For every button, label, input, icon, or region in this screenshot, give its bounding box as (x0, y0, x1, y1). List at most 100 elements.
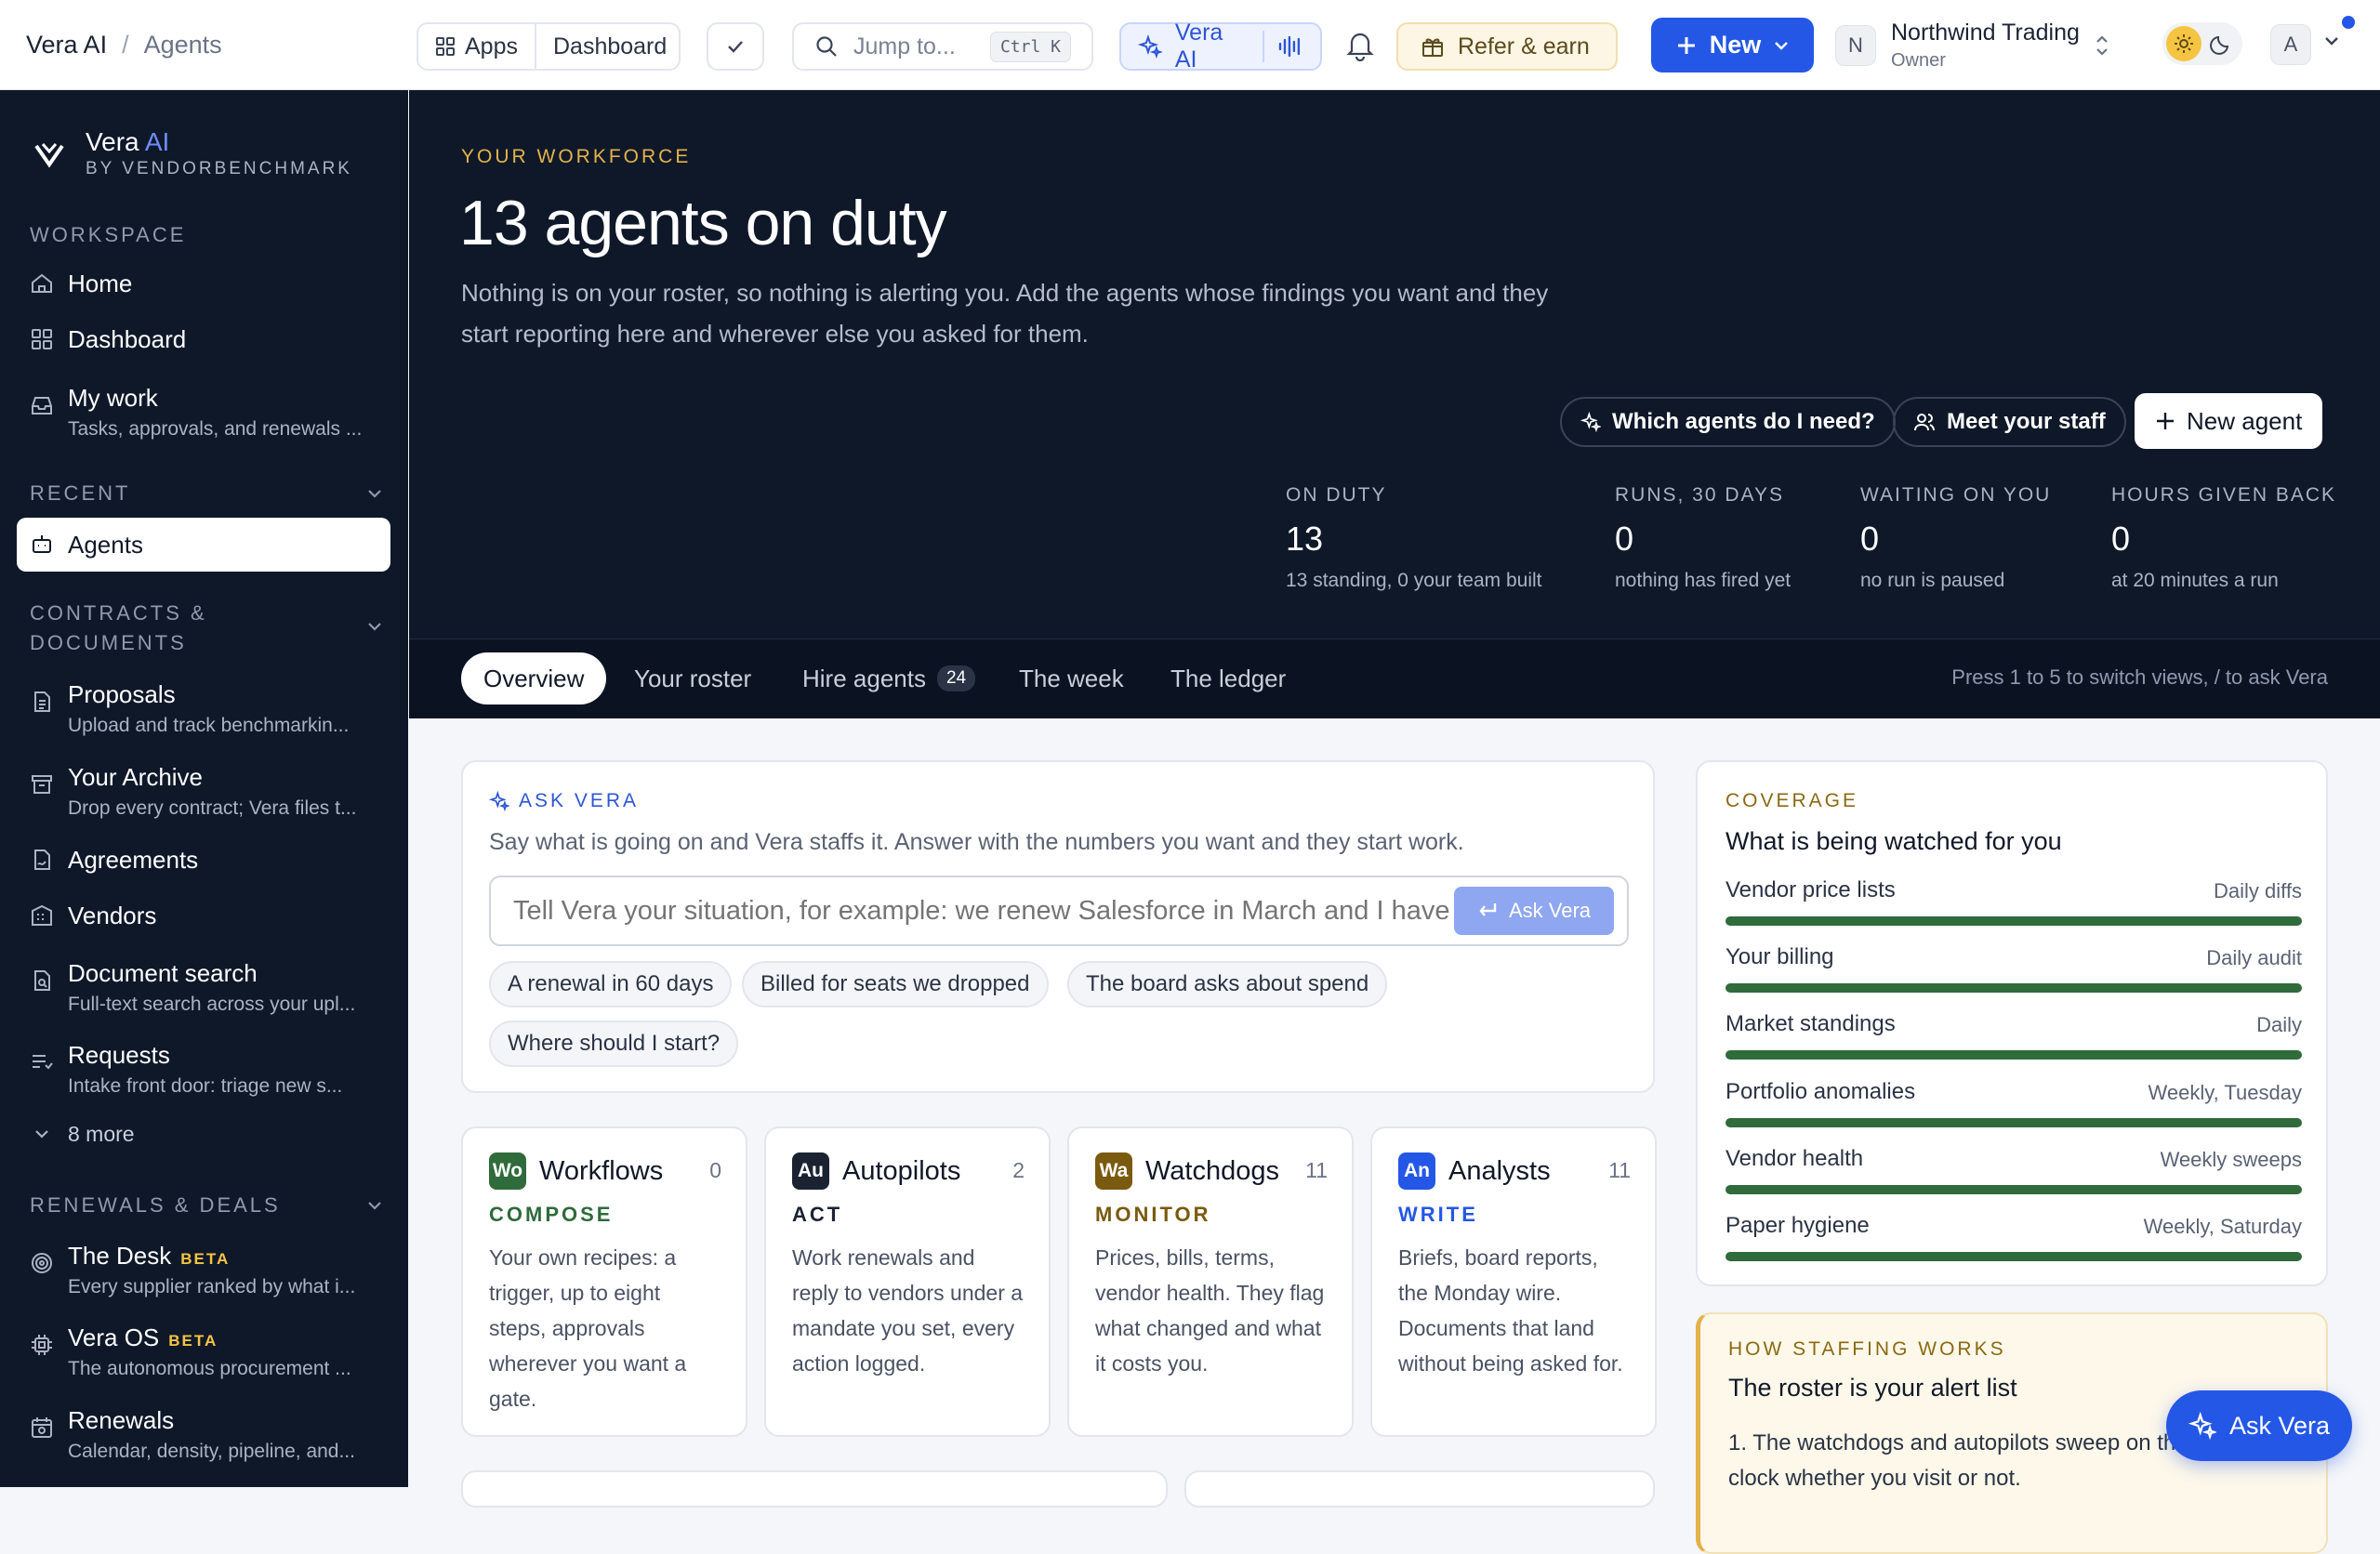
breadcrumb-root[interactable]: Vera AI (26, 31, 107, 59)
sidebar-item-my-work[interactable]: My work Tasks, approvals, and renewals .… (17, 384, 390, 441)
sidebar-item-vendors[interactable]: Vendors (17, 902, 390, 930)
section-label-line1: CONTRACTS & (30, 601, 207, 625)
dashboard-button[interactable]: Dashboard (534, 24, 683, 69)
sidebar-item-agents[interactable]: Agents (17, 518, 390, 572)
chevron-down-icon (368, 490, 381, 498)
notifications-bell[interactable] (1344, 28, 1376, 61)
stat-caption: 13 standing, 0 your team built (1286, 570, 1542, 591)
new-button[interactable]: New (1651, 18, 1814, 72)
suggestion-chip[interactable]: Where should I start? (489, 1021, 739, 1067)
sidebar-item-renewals[interactable]: Renewals Calendar, density, pipeline, an… (17, 1406, 390, 1463)
coverage-row: Your billing Daily audit (1726, 944, 2302, 993)
tab-the-ledger[interactable]: The ledger (1170, 652, 1286, 705)
sidebar-item-label: Your Archive (68, 763, 204, 791)
chevron-down-icon (35, 1130, 48, 1139)
document-search-icon (34, 970, 50, 991)
user-avatar[interactable]: A (2270, 24, 2311, 65)
kind-count: 11 (1608, 1158, 1631, 1182)
kind-count: 2 (1012, 1158, 1025, 1182)
sidebar-item-dashboard[interactable]: Dashboard (17, 325, 390, 354)
kind-verb: ACT (792, 1203, 843, 1226)
coverage-row: Vendor health Weekly sweeps (1726, 1146, 2302, 1194)
suggestion-chip[interactable]: Billed for seats we dropped (742, 961, 1049, 1007)
agent-kind-card-watchdogs[interactable]: Wa Watchdogs 11 MONITOR Prices, bills, t… (1067, 1126, 1354, 1437)
section-label: CONTRACTS & DOCUMENTS (30, 599, 207, 658)
sidebar-item-the-desk[interactable]: The Desk BETA Every supplier ranked by wh… (17, 1242, 390, 1298)
which-agents-button[interactable]: Which agents do I need? (1560, 397, 1896, 447)
tab-your-roster[interactable]: Your roster (634, 652, 751, 705)
chevron-down-icon (368, 1202, 381, 1210)
kind-monogram-icon: Au (792, 1152, 829, 1190)
chevron-down-icon[interactable] (2324, 35, 2339, 46)
light-mode-option[interactable] (2166, 26, 2202, 61)
ask-vera-floating-button[interactable]: Ask Vera (2166, 1390, 2352, 1461)
sparkle-icon (1580, 412, 1601, 432)
chevron-down-icon (368, 623, 381, 631)
kind-header: Wo Workflows (489, 1152, 663, 1190)
refer-and-earn-button[interactable]: Refer & earn (1396, 22, 1618, 71)
coverage-frequency: Weekly, Tuesday (2148, 1081, 2302, 1104)
tab-hire-agents[interactable]: Hire agents 24 (802, 652, 976, 705)
apps-button[interactable]: Apps (418, 24, 535, 69)
meet-your-staff-button[interactable]: Meet your staff (1893, 397, 2126, 447)
brand[interactable]: Vera AI BY VENDORBENCHMARK (33, 127, 352, 179)
coverage-title: What is being watched for you (1726, 827, 2062, 855)
sidebar-item-label: Renewals (68, 1406, 175, 1434)
sidebar-item-vera-os[interactable]: Vera OS BETA The autonomous procurement .… (17, 1324, 390, 1380)
tab-overview[interactable]: Overview (461, 652, 607, 705)
kind-name: Workflows (539, 1155, 664, 1186)
sidebar-item-description: Tasks, approvals, and renewals ... (68, 418, 363, 440)
sidebar-item-label: 8 more (68, 1122, 135, 1146)
coverage-label: Market standings (1726, 1011, 1896, 1036)
coverage-bar (1726, 1118, 2302, 1127)
voice-wave-icon[interactable] (1277, 34, 1303, 59)
sidebar-item-proposals[interactable]: Proposals Upload and track benchmarkin..… (17, 680, 390, 737)
sidebar-item-archive[interactable]: Your Archive Drop every contract; Vera f… (17, 763, 390, 820)
sidebar-show-more[interactable]: 8 more (17, 1122, 390, 1147)
sidebar-item-requests[interactable]: Requests Intake front door: triage new s… (17, 1041, 390, 1098)
section-label: WORKSPACE (30, 223, 187, 246)
ask-vera-input[interactable] (513, 895, 1454, 927)
sidebar-item-agreements[interactable]: Agreements (17, 846, 390, 875)
suggestion-chip[interactable]: The board asks about spend (1067, 961, 1388, 1007)
agent-kind-card-autopilots[interactable]: Au Autopilots 2 ACT Work renewals and re… (764, 1126, 1051, 1437)
tasks-check-button[interactable] (707, 22, 764, 71)
section-contracts[interactable]: CONTRACTS & DOCUMENTS (30, 599, 383, 658)
coverage-bar (1726, 1185, 2302, 1194)
lower-card-left (461, 1470, 1168, 1508)
kind-monogram-icon: An (1398, 1152, 1435, 1190)
view-tabs: Overview Your roster Hire agents 24 The w… (409, 639, 2380, 718)
kind-header: An Analysts (1398, 1152, 1551, 1190)
tab-the-week[interactable]: The week (1019, 652, 1124, 705)
suggestion-chip[interactable]: A renewal in 60 days (489, 961, 733, 1007)
coverage-frequency: Daily audit (2206, 946, 2302, 969)
agent-kind-card-analysts[interactable]: An Analysts 11 WRITE Briefs, board repor… (1370, 1126, 1657, 1437)
tab-label: The ledger (1170, 664, 1287, 692)
theme-toggle[interactable] (2162, 22, 2242, 65)
new-agent-button[interactable]: New agent (2135, 393, 2323, 449)
agent-kind-card-workflows[interactable]: Wo Workflows 0 COMPOSE Your own recipes:… (461, 1126, 747, 1437)
coverage-row: Market standings Daily (1726, 1011, 2302, 1060)
vera-ai-button[interactable]: Vera AI (1119, 20, 1322, 72)
sidebar-item-document-search[interactable]: Document search Full-text search across … (17, 959, 390, 1016)
stat-hours-given-back: HOURS GIVEN BACK 0 at 20 minutes a run (2111, 484, 2336, 592)
top-bar: Vera AI / Agents Apps Dashboard Jump to.… (0, 0, 2380, 90)
meet-your-staff-label: Meet your staff (1947, 409, 2106, 434)
keyboard-hint: Press 1 to 5 to switch views, / to ask V… (1951, 665, 2328, 689)
shortcut-hint: Ctrl K (989, 31, 1071, 62)
jump-to-search[interactable]: Jump to... Ctrl K (792, 22, 1093, 71)
section-recent[interactable]: RECENT (30, 479, 383, 508)
stat-value: 0 (1860, 520, 1880, 558)
brand-byline: BY VENDORBENCHMARK (86, 159, 352, 178)
section-renewals-deals[interactable]: RENEWALS & DEALS (30, 1191, 383, 1220)
sidebar-item-home[interactable]: Home (17, 270, 390, 298)
org-switcher[interactable]: N Northwind Trading Owner (1835, 17, 2109, 74)
document-icon (34, 691, 50, 712)
moon-icon[interactable] (2209, 32, 2233, 56)
kind-count: 0 (709, 1158, 721, 1182)
sidebar-item-label: Proposals (68, 680, 176, 708)
chevron-down-icon (1775, 41, 1789, 50)
enter-icon (1479, 903, 1497, 916)
ask-vera-submit-button[interactable]: Ask Vera (1454, 887, 1614, 935)
users-icon (1914, 414, 1935, 431)
